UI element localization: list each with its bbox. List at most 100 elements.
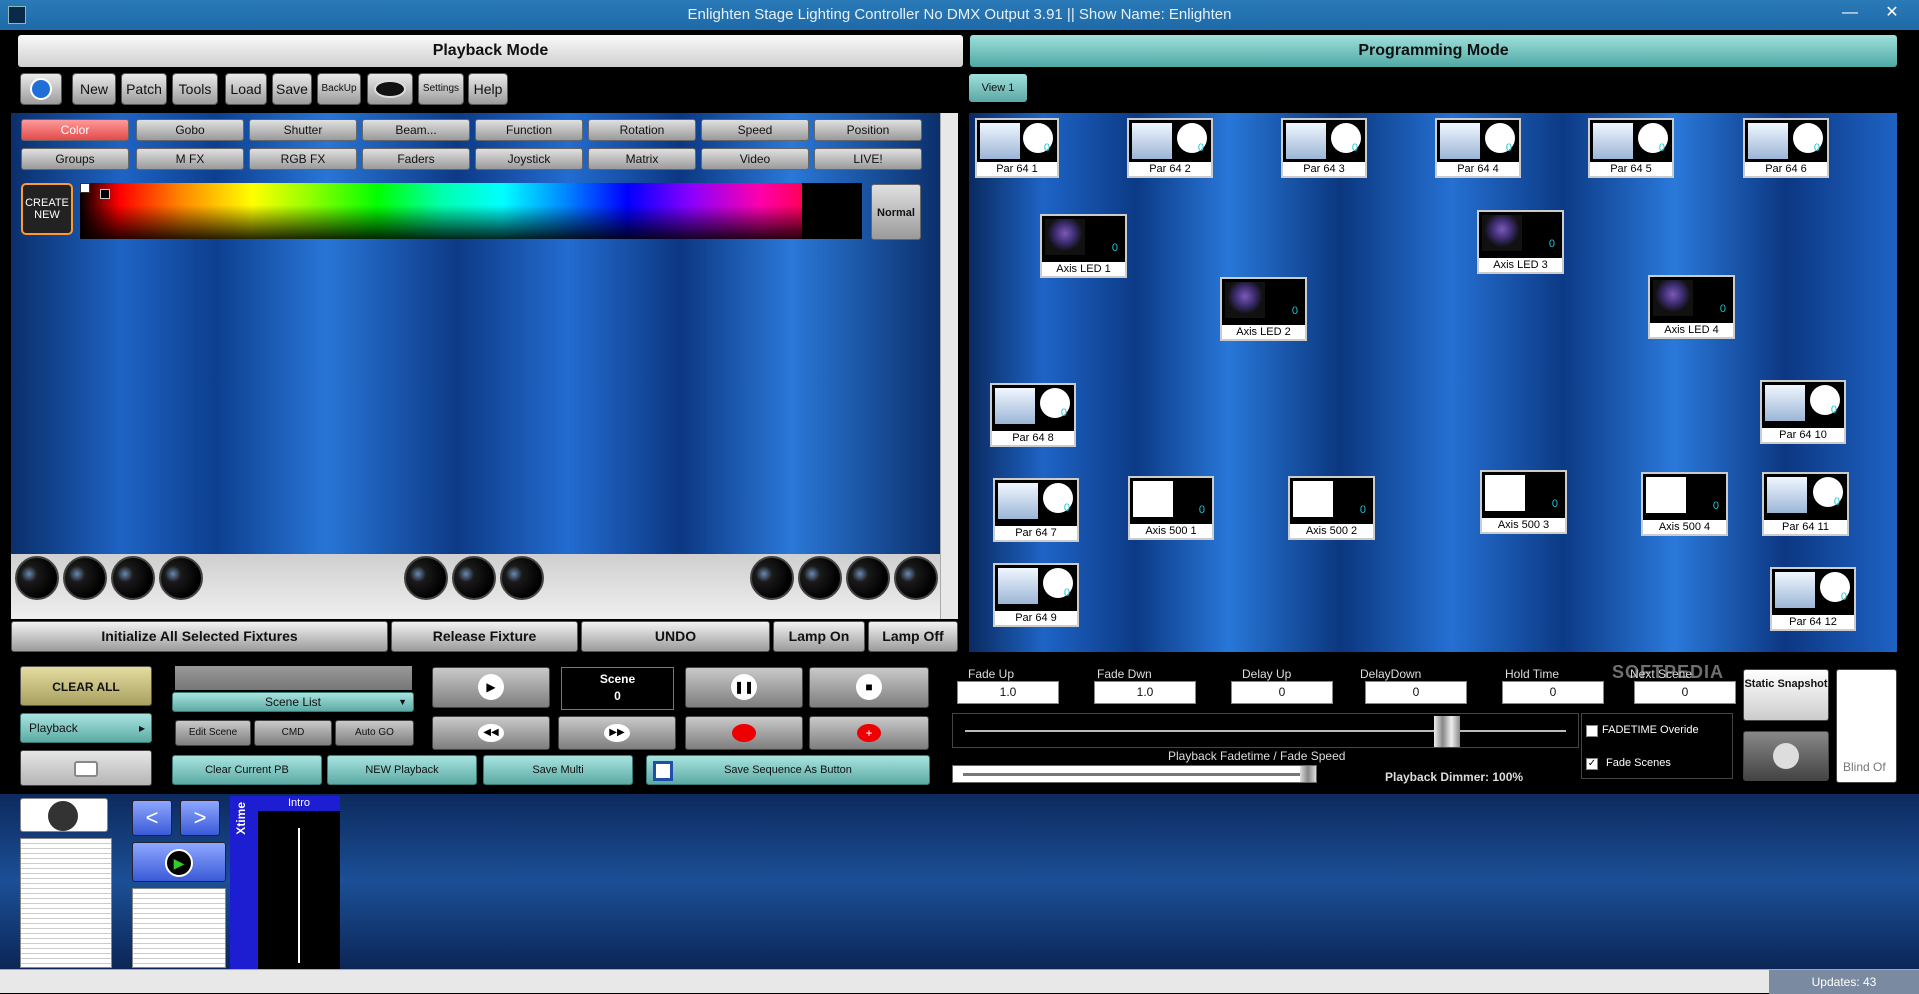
fixture-axis-500-2[interactable]: 0 Axis 500 2	[1288, 476, 1375, 540]
normal-button[interactable]: Normal	[871, 184, 921, 240]
tab-shutter[interactable]: Shutter	[249, 119, 357, 141]
play-button[interactable]: ▶	[432, 667, 550, 708]
close-button[interactable]: ✕	[1872, 2, 1912, 24]
fixture-axis-500-1[interactable]: 0 Axis 500 1	[1128, 476, 1214, 540]
fixture-axis-led-1[interactable]: 0 Axis LED 1	[1040, 214, 1127, 278]
snapshot-bulb-button[interactable]	[1743, 731, 1829, 781]
tab-groups[interactable]: Groups	[21, 148, 129, 170]
save-sequence-button[interactable]: Save Sequence As Button	[646, 755, 930, 785]
delay-up-input[interactable]: 0	[1231, 681, 1333, 704]
tab-joystick[interactable]: Joystick	[475, 148, 583, 170]
fixture-par-64-6[interactable]: 0 Par 64 6	[1743, 118, 1829, 178]
tab-beam[interactable]: Beam...	[362, 119, 470, 141]
tools-button[interactable]: Tools	[172, 73, 218, 105]
view-eye-button[interactable]	[367, 73, 413, 105]
edit-scene-button[interactable]: Edit Scene	[175, 720, 251, 746]
fixture-axis-led-4[interactable]: 0 Axis LED 4	[1648, 275, 1735, 339]
tab-m-fx[interactable]: M FX	[136, 148, 244, 170]
fixture-axis-500-3[interactable]: 0 Axis 500 3	[1480, 470, 1567, 534]
white-swatch[interactable]	[80, 183, 90, 193]
tab-position[interactable]: Position	[814, 119, 922, 141]
minimize-button[interactable]: —	[1830, 2, 1870, 24]
channel-knob[interactable]	[15, 556, 59, 600]
go-button[interactable]: ▶	[132, 842, 226, 882]
channel-knob[interactable]	[798, 556, 842, 600]
fixture-par-64-11[interactable]: 0 Par 64 11	[1762, 472, 1849, 536]
backup-button[interactable]: BackUp	[317, 73, 361, 105]
fixture-par-64-7[interactable]: 0 Par 64 7	[993, 478, 1079, 542]
scene-name-field[interactable]	[175, 666, 412, 690]
fade-up-input[interactable]: 1.0	[957, 681, 1059, 704]
record-button[interactable]	[685, 716, 803, 750]
left-scrollbar[interactable]	[940, 113, 958, 619]
auto-go-button[interactable]: Auto GO	[335, 720, 414, 746]
programming-mode-header[interactable]: Programming Mode	[970, 35, 1897, 67]
playback-mode-header[interactable]: Playback Mode	[18, 35, 963, 67]
tab-gobo[interactable]: Gobo	[136, 119, 244, 141]
static-snapshot-button[interactable]: Static Snapshot	[1743, 669, 1829, 721]
stop-button[interactable]: ■	[809, 667, 929, 708]
save-multi-button[interactable]: Save Multi	[483, 755, 633, 785]
cmd-button[interactable]: CMD	[254, 720, 332, 746]
fade-speed-slider[interactable]	[952, 713, 1579, 748]
tab-rgb-fx[interactable]: RGB FX	[249, 148, 357, 170]
channel-knob[interactable]	[63, 556, 107, 600]
channel-knob[interactable]	[452, 556, 496, 600]
channel-knob[interactable]	[894, 556, 938, 600]
view-1-tab[interactable]: View 1	[969, 74, 1027, 102]
fixture-par-64-1[interactable]: 0 Par 64 1	[975, 118, 1059, 178]
sequence-fader-track[interactable]	[132, 888, 226, 968]
fade-down-input[interactable]: 1.0	[1094, 681, 1196, 704]
fixture-axis-led-2[interactable]: 0 Axis LED 2	[1220, 277, 1307, 341]
color-spectrum-picker[interactable]	[80, 183, 862, 239]
channel-knob[interactable]	[750, 556, 794, 600]
playback-mode-select[interactable]: Playback ▸	[20, 713, 152, 743]
save-button[interactable]: Save	[272, 73, 312, 105]
fadetime-override-checkbox[interactable]	[1586, 725, 1598, 737]
rewind-button[interactable]: ◀◀	[432, 716, 550, 750]
tab-video[interactable]: Video	[701, 148, 809, 170]
tab-function[interactable]: Function	[475, 119, 583, 141]
new-button[interactable]: New	[72, 73, 116, 105]
fast-forward-button[interactable]: ▶▶	[558, 716, 676, 750]
lock-button[interactable]	[20, 750, 152, 786]
initialize-fixtures-button[interactable]: Initialize All Selected Fixtures	[11, 621, 388, 652]
dimmer-thumb[interactable]	[1300, 766, 1316, 782]
intro-cue[interactable]: Intro	[258, 796, 340, 969]
fixture-axis-led-3[interactable]: 0 Axis LED 3	[1477, 210, 1564, 274]
fixture-par-64-5[interactable]: 0 Par 64 5	[1588, 118, 1674, 178]
fixture-par-64-2[interactable]: 0 Par 64 2	[1127, 118, 1213, 178]
master-fader-track[interactable]	[20, 838, 112, 968]
playback-dimmer-slider[interactable]	[952, 765, 1317, 783]
fade-scenes-checkbox[interactable]: ✓	[1586, 758, 1598, 770]
new-playback-button[interactable]: NEW Playback	[327, 755, 477, 785]
hold-time-input[interactable]: 0	[1502, 681, 1604, 704]
release-fixture-button[interactable]: Release Fixture	[391, 621, 578, 652]
next-scene-input[interactable]: 0	[1634, 681, 1736, 704]
spectrum-black-swatch[interactable]	[802, 183, 862, 239]
create-new-button[interactable]: CREATE NEW	[21, 183, 73, 235]
fixture-par-64-4[interactable]: 0 Par 64 4	[1435, 118, 1521, 178]
help-button[interactable]: Help	[468, 73, 508, 105]
lamp-off-button[interactable]: Lamp Off	[868, 621, 958, 652]
previous-page-button[interactable]: <	[132, 800, 172, 836]
pause-button[interactable]: ❚❚	[685, 667, 803, 708]
fixture-axis-500-4[interactable]: 0 Axis 500 4	[1641, 472, 1728, 536]
tab-live[interactable]: LIVE!	[814, 148, 922, 170]
fixture-par-64-9[interactable]: 0 Par 64 9	[993, 563, 1079, 627]
channel-knob[interactable]	[500, 556, 544, 600]
tab-faders[interactable]: Faders	[362, 148, 470, 170]
tab-speed[interactable]: Speed	[701, 119, 809, 141]
tab-rotation[interactable]: Rotation	[588, 119, 696, 141]
settings-button[interactable]: Settings	[418, 73, 464, 105]
tab-matrix[interactable]: Matrix	[588, 148, 696, 170]
black-swatch[interactable]	[100, 189, 110, 199]
delay-down-input[interactable]: 0	[1365, 681, 1467, 704]
lamp-on-button[interactable]: Lamp On	[773, 621, 865, 652]
next-page-button[interactable]: >	[180, 800, 220, 836]
clear-all-button[interactable]: CLEAR ALL	[20, 666, 152, 706]
channel-knob[interactable]	[846, 556, 890, 600]
bulb-toggle-button[interactable]	[20, 798, 108, 832]
channel-knob[interactable]	[111, 556, 155, 600]
scene-list-dropdown[interactable]: Scene List ▼	[172, 692, 414, 712]
